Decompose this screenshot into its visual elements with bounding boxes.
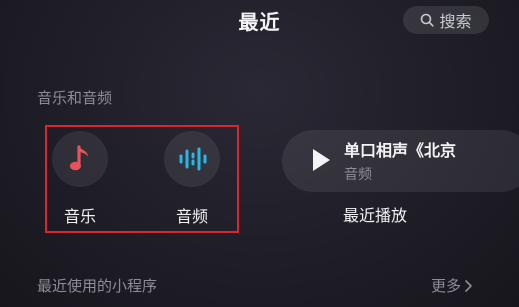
section-title-mini-programs: 最近使用的小程序 (37, 277, 158, 295)
audio-icon-circle (164, 131, 220, 187)
audio-app-button[interactable]: 音频 (157, 131, 227, 231)
audio-label: 音频 (175, 207, 208, 226)
music-icon-circle (52, 131, 108, 187)
more-label: 更多 (431, 277, 462, 295)
search-label: 搜索 (439, 12, 472, 31)
more-link[interactable]: 更多 (431, 275, 473, 296)
recent-play-caption: 最近播放 (343, 206, 408, 225)
search-icon (421, 13, 435, 27)
recent-play-card[interactable]: 单口相声《北京 音频 (282, 130, 519, 192)
search-button[interactable]: 搜索 (403, 6, 489, 34)
music-label: 音乐 (63, 207, 96, 226)
recent-play-title: 单口相声《北京 (344, 141, 457, 160)
music-note-icon (70, 145, 88, 171)
section-title-music-audio: 音乐和音频 (37, 89, 113, 107)
chevron-right-icon (465, 279, 472, 292)
recent-play-subtitle: 音频 (344, 167, 372, 183)
music-app-button[interactable]: 音乐 (45, 131, 115, 231)
audio-waveform-icon (179, 147, 207, 171)
play-icon (313, 149, 330, 171)
